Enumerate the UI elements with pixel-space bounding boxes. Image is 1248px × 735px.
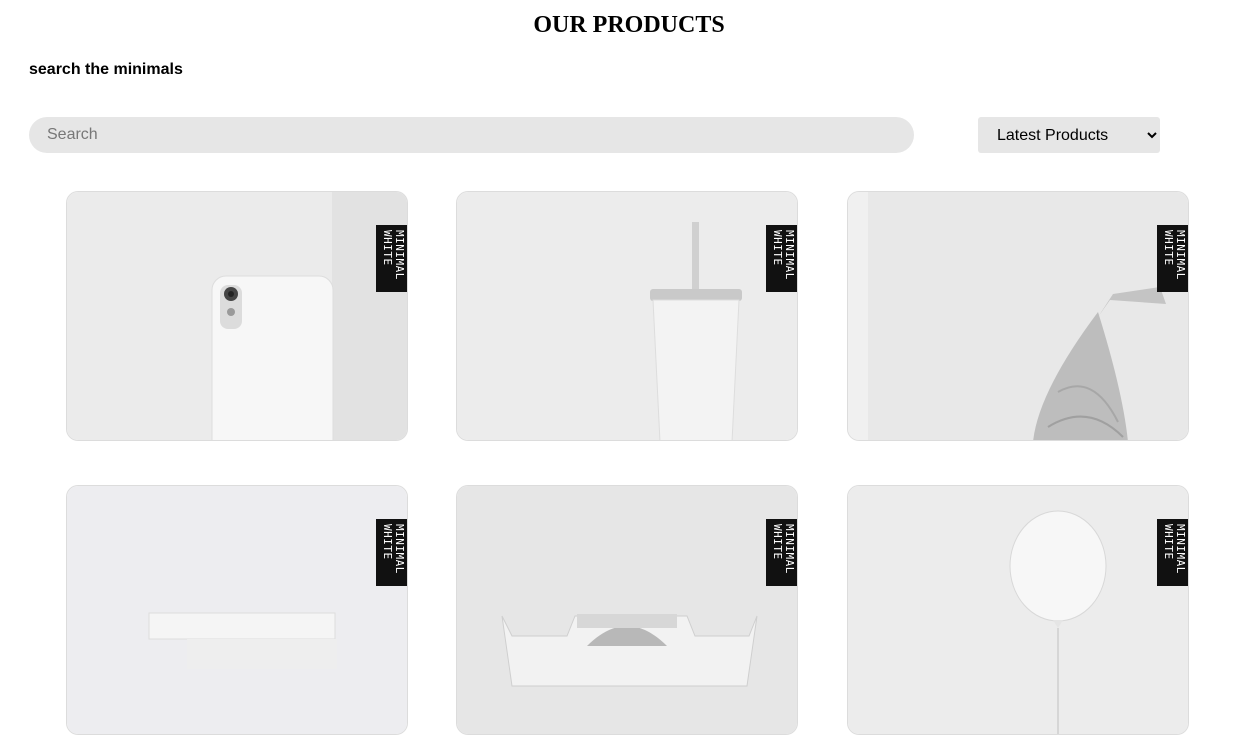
brand-badge-line1: MINIMAL (1174, 524, 1187, 574)
brand-badge: MINIMAL WHITE (766, 519, 797, 586)
sort-select[interactable]: Latest Products (978, 117, 1160, 153)
white-balloon-image (848, 486, 1188, 734)
brand-badge-line2: WHITE (381, 524, 394, 560)
product-card-books[interactable]: MINIMAL WHITE (66, 485, 408, 735)
brand-badge-line1: MINIMAL (393, 524, 406, 574)
brand-badge: MINIMAL WHITE (376, 225, 407, 292)
brand-badge-line2: WHITE (381, 230, 394, 266)
search-input[interactable] (29, 117, 914, 153)
white-tumbler-image (457, 192, 797, 440)
brand-badge-line1: MINIMAL (393, 230, 406, 280)
brand-badge: MINIMAL WHITE (1157, 225, 1188, 292)
white-books-image (67, 486, 407, 734)
brand-badge: MINIMAL WHITE (376, 519, 407, 586)
page-title: OUR PRODUCTS (533, 12, 725, 38)
brand-badge-line1: MINIMAL (783, 524, 796, 574)
brand-badge: MINIMAL WHITE (766, 225, 797, 292)
white-typewriter-image (457, 486, 797, 734)
product-card-tumbler[interactable]: MINIMAL WHITE (456, 191, 798, 441)
product-card-kiss[interactable]: MINIMAL WHITE (847, 191, 1189, 441)
product-card-balloon[interactable]: MINIMAL WHITE (847, 485, 1189, 735)
brand-badge-line2: WHITE (771, 524, 784, 560)
page-subtitle: search the minimals (29, 61, 183, 78)
silver-kiss-image (848, 192, 1188, 440)
white-phone-image (67, 192, 407, 440)
brand-badge-line2: WHITE (1162, 230, 1175, 266)
brand-badge-line1: MINIMAL (1174, 230, 1187, 280)
product-card-typewriter[interactable]: MINIMAL WHITE (456, 485, 798, 735)
brand-badge-line2: WHITE (771, 230, 784, 266)
brand-badge-line1: MINIMAL (783, 230, 796, 280)
product-card-phone[interactable]: MINIMAL WHITE (66, 191, 408, 441)
brand-badge-line2: WHITE (1162, 524, 1175, 560)
brand-badge: MINIMAL WHITE (1157, 519, 1188, 586)
